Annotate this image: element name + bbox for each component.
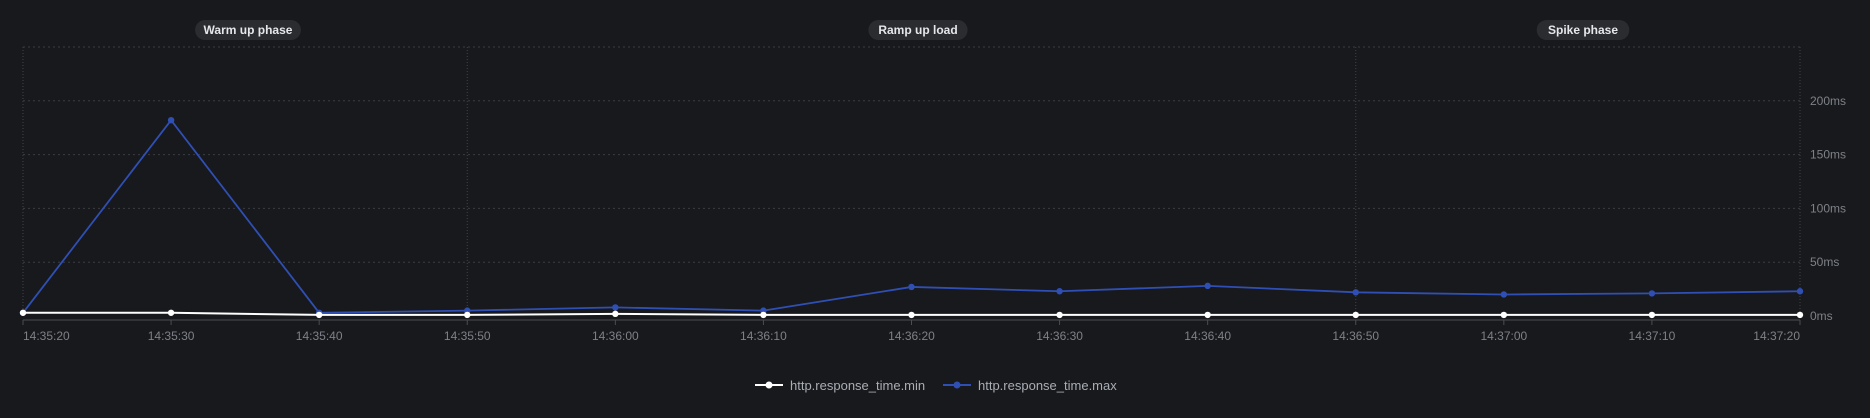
response-time-chart: Warm up phase Ramp up load Spike phase 0ms…	[0, 0, 1870, 418]
x-tick-label: 14:37:00	[1480, 329, 1527, 343]
x-tick-label: 14:35:50	[444, 329, 491, 343]
x-tick-label: 14:36:20	[888, 329, 935, 343]
chart-canvas: Warm up phase Ramp up load Spike phase 0ms…	[19, 20, 1846, 393]
data-point-min	[19, 309, 27, 316]
series-layer	[19, 116, 1804, 319]
data-point-min	[1352, 311, 1359, 319]
x-tick-label: 14:37:20	[1753, 329, 1800, 343]
data-point-max	[612, 304, 619, 311]
data-point-min	[1500, 311, 1508, 319]
legend[interactable]: http.response_time.min http.response_time…	[755, 378, 1117, 393]
data-point-min	[167, 309, 175, 316]
phase-annotations: Warm up phase Ramp up load Spike phase	[22, 20, 1801, 316]
data-point-min	[1648, 311, 1656, 319]
data-point-min	[1204, 311, 1211, 319]
axes: 0ms 50ms 100ms 150ms 200ms 14:35:20 14:35:30 14…	[22, 94, 1846, 343]
x-tick-label: 14:36:00	[592, 329, 639, 343]
data-point-max	[1648, 290, 1656, 297]
x-tick-label: 14:36:40	[1184, 329, 1231, 343]
data-point-max	[1056, 288, 1063, 295]
legend-marker	[765, 381, 773, 389]
x-tick-label: 14:35:30	[148, 329, 195, 343]
y-tick-label: 0ms	[1810, 309, 1833, 323]
y-tick-label: 100ms	[1810, 201, 1846, 215]
data-point-min	[464, 311, 471, 319]
legend-item-min[interactable]: http.response_time.min	[755, 378, 925, 393]
data-point-min	[1056, 311, 1063, 319]
x-tick-label: 14:36:10	[740, 329, 787, 343]
phase-label: Spike phase	[1548, 23, 1618, 37]
x-tick-label: 14:36:50	[1332, 329, 1379, 343]
data-point-max	[1796, 288, 1804, 295]
y-tick-label: 150ms	[1810, 148, 1846, 162]
legend-label: http.response_time.max	[978, 378, 1117, 393]
x-tick-label: 14:35:20	[23, 329, 70, 343]
phase-label: Ramp up load	[878, 23, 957, 37]
legend-item-max[interactable]: http.response_time.max	[943, 378, 1117, 393]
legend-label: http.response_time.min	[790, 378, 925, 393]
data-point-max	[908, 283, 915, 291]
y-tick-label: 50ms	[1810, 255, 1839, 269]
data-point-min	[315, 311, 323, 319]
data-point-min	[612, 310, 619, 318]
x-tick-label: 14:36:30	[1036, 329, 1083, 343]
grid-lines	[23, 46, 1800, 263]
phase-label: Warm up phase	[204, 23, 293, 37]
data-point-min	[1796, 311, 1804, 319]
x-tick-label: 14:35:40	[296, 329, 343, 343]
data-point-min	[908, 311, 915, 319]
x-tick-label: 14:37:10	[1629, 329, 1676, 343]
legend-marker	[953, 381, 961, 389]
data-point-max	[1352, 289, 1359, 296]
data-point-max	[167, 116, 175, 124]
data-point-max	[1204, 282, 1211, 290]
y-tick-label: 200ms	[1810, 94, 1846, 108]
data-point-min	[760, 311, 767, 319]
data-point-max	[1500, 291, 1508, 298]
